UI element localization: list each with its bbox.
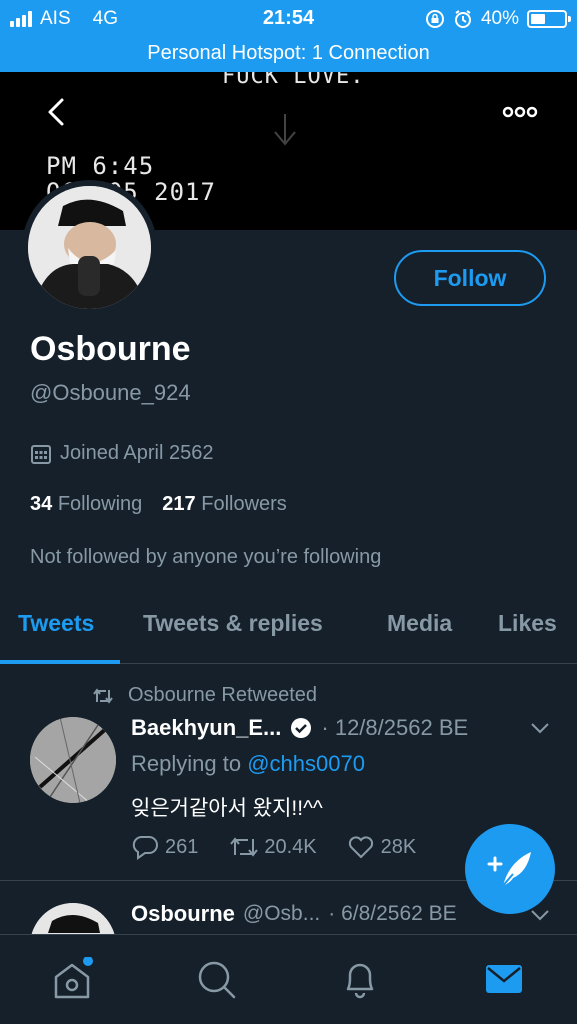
- followers-link[interactable]: 217 Followers: [162, 493, 287, 516]
- tweet-author-handle: @Osb...: [242, 902, 321, 925]
- tab-likes[interactable]: Likes: [498, 610, 557, 637]
- heart-icon: [348, 836, 373, 859]
- followers-label: Followers: [201, 493, 287, 515]
- more-horizontal-icon: [502, 106, 538, 118]
- rotation-lock-icon: [425, 10, 444, 28]
- bell-icon: [346, 963, 374, 999]
- banner-caption: FUCK LOVE.: [222, 72, 365, 89]
- following-count: 34: [30, 493, 53, 515]
- tweet-header: Osbourne @Osb... · 6/8/2562 BE: [131, 901, 457, 927]
- status-right: 40%: [425, 8, 571, 30]
- envelope-icon: [486, 965, 522, 993]
- reply-button[interactable]: 261: [131, 834, 198, 860]
- followers-count: 217: [162, 493, 196, 515]
- following-link[interactable]: 34 Following: [30, 493, 142, 516]
- alarm-icon: [454, 10, 471, 28]
- retweet-count: 20.4K: [264, 835, 317, 858]
- tweet-date: · 12/8/2562 BE: [321, 715, 469, 740]
- tweet-author-name[interactable]: Osbourne: [131, 901, 235, 927]
- avatar-photo-graphic: [28, 186, 151, 309]
- retweet-context: Osbourne Retweeted: [92, 684, 317, 707]
- like-button[interactable]: 28K: [347, 834, 417, 860]
- tab-tweets[interactable]: Tweets: [18, 610, 94, 637]
- retweet-icon: [230, 837, 259, 857]
- battery-icon: [527, 10, 571, 28]
- follow-stats: 34 Following 217 Followers: [30, 493, 287, 516]
- nav-notifications[interactable]: [338, 957, 382, 1001]
- profile-avatar[interactable]: [22, 180, 157, 315]
- avatar-graphic: [30, 903, 116, 934]
- calendar-icon: [31, 444, 51, 464]
- retweet-icon: [93, 687, 113, 704]
- tweet-author-name[interactable]: Baekhyun_E...: [131, 715, 281, 741]
- retweet-button[interactable]: 20.4K: [228, 835, 317, 859]
- home-icon: [54, 956, 93, 999]
- mutual-followers-note: Not followed by anyone you’re following: [30, 546, 382, 568]
- joined-date: Joined April 2562: [30, 442, 213, 465]
- back-button[interactable]: [36, 90, 80, 134]
- reply-icon: [132, 836, 158, 860]
- avatar-graphic: [30, 717, 116, 803]
- tweet-header: Baekhyun_E... · 12/8/2562 BE: [131, 715, 468, 741]
- tab-tweets-replies[interactable]: Tweets & replies: [143, 610, 323, 637]
- follow-button[interactable]: Follow: [394, 250, 546, 306]
- profile-handle: @Osboune_924: [30, 380, 191, 405]
- tweet-author-avatar[interactable]: [30, 903, 116, 934]
- tweet-date: · 6/8/2562 BE: [328, 902, 457, 925]
- tweet-author-avatar[interactable]: [30, 717, 116, 803]
- banner-arrow-graphic: [274, 114, 296, 146]
- compose-feather-icon: [487, 852, 531, 889]
- battery-percent: 40%: [480, 8, 519, 29]
- like-count: 28K: [380, 835, 417, 858]
- status-bar: AIS 4G 21:54 40%: [0, 0, 577, 38]
- chevron-left-icon: [48, 98, 64, 126]
- replying-handle-link[interactable]: @chhs0070: [247, 751, 365, 776]
- profile-display-name: Osbourne: [30, 330, 191, 368]
- active-tab-indicator: [0, 660, 120, 664]
- retweet-label: Osbourne Retweeted: [128, 684, 318, 706]
- banner-time: PM 6:45: [46, 152, 155, 180]
- nav-search[interactable]: [194, 957, 238, 1001]
- avatar-image: [28, 186, 151, 309]
- hotspot-banner[interactable]: Personal Hotspot: 1 Connection: [0, 38, 577, 72]
- more-options-button[interactable]: [496, 96, 544, 128]
- replying-to: Replying to @chhs0070: [131, 751, 365, 777]
- tab-media[interactable]: Media: [387, 610, 452, 637]
- bottom-navigation: [0, 934, 577, 1024]
- nav-messages[interactable]: [482, 957, 526, 1001]
- reply-count: 261: [165, 835, 199, 858]
- tweet-actions: 261 20.4K 28K: [131, 834, 416, 860]
- joined-label: Joined April 2562: [60, 442, 214, 464]
- compose-tweet-button[interactable]: [465, 824, 555, 914]
- nav-home[interactable]: [50, 956, 94, 1001]
- chevron-down-icon[interactable]: [528, 720, 552, 736]
- replying-prefix: Replying to: [131, 751, 242, 776]
- profile-tabs: Tweets Tweets & replies Media Likes: [0, 600, 577, 664]
- tweet-text: 잊은거같아서 왔지!!^^: [131, 797, 323, 820]
- search-icon: [198, 961, 236, 999]
- following-label: Following: [57, 493, 143, 515]
- verified-badge-icon: [291, 718, 312, 738]
